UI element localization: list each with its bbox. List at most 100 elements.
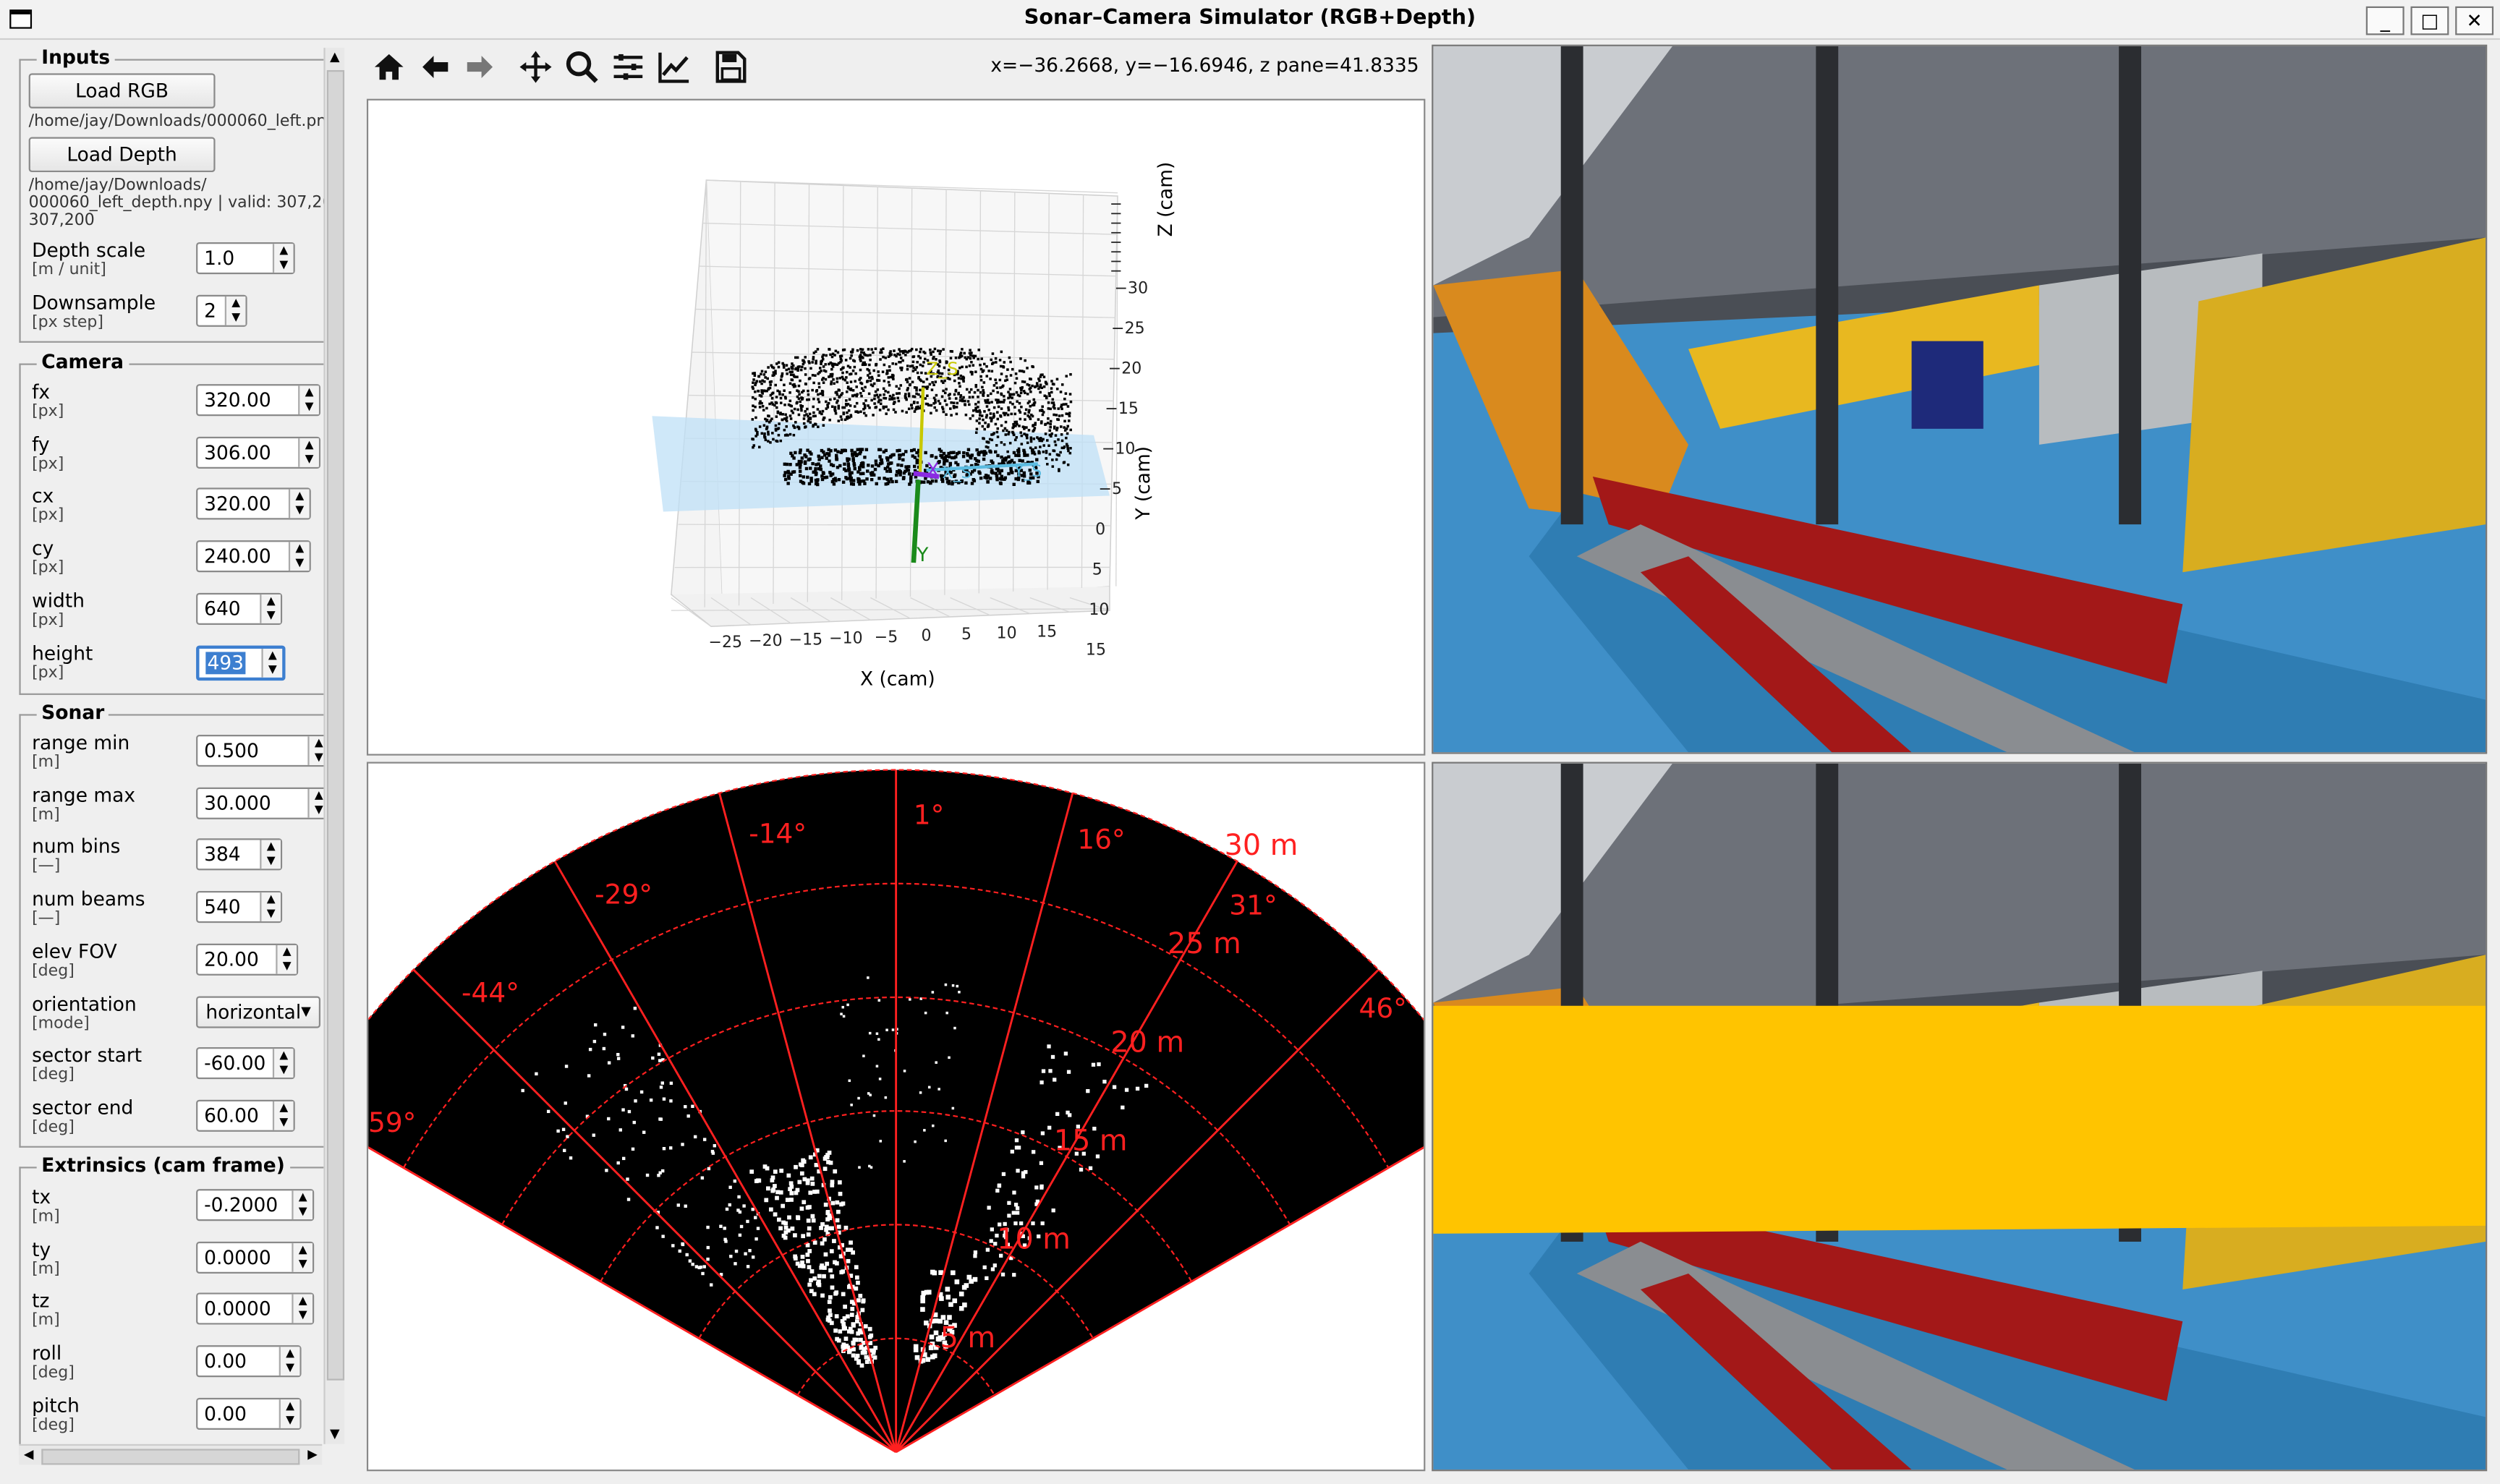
- cloud-point: [849, 380, 853, 383]
- spin-arrows-icon[interactable]: ▲ ▼: [298, 438, 319, 467]
- cloud-point: [990, 358, 992, 362]
- close-button[interactable]: ✕: [2455, 6, 2494, 35]
- camera-field-spinbox[interactable]: 240.00 ▲ ▼: [196, 540, 311, 573]
- point-cloud-canvas[interactable]: Y X Z_S Y_S X_S −25 −20 −15 −10 −5 0 5 10 15 −30…: [368, 101, 1424, 754]
- camera-field-spinbox[interactable]: 640 ▲ ▼: [196, 592, 283, 625]
- extrinsics-field-spinbox[interactable]: 0.0000 ▲ ▼: [196, 1241, 315, 1274]
- point-cloud-3d-plot[interactable]: Y X Z_S Y_S X_S −25 −20 −15 −10 −5 0 5 10 15 −30…: [366, 98, 1426, 756]
- save-icon[interactable]: [711, 48, 749, 86]
- sonar-return: [834, 1314, 839, 1318]
- downsample-spinbox[interactable]: 2 ▲ ▼: [196, 294, 247, 327]
- sonar-return: [633, 1007, 637, 1010]
- camera-field-spinbox[interactable]: 320.00 ▲ ▼: [196, 488, 311, 521]
- load-rgb-button[interactable]: Load RGB: [28, 73, 216, 108]
- controls-vertical-scrollbar[interactable]: ▲ ▼: [323, 48, 345, 1444]
- hscroll-thumb[interactable]: [41, 1449, 300, 1465]
- cloud-point: [799, 400, 802, 404]
- spin-arrows-icon[interactable]: ▲ ▼: [292, 1242, 312, 1272]
- spin-arrows-icon[interactable]: ▲ ▼: [292, 1190, 312, 1220]
- cloud-point: [758, 425, 762, 428]
- cloud-point: [991, 461, 995, 465]
- cloud-point: [833, 397, 836, 401]
- sonar-return: [749, 1169, 754, 1174]
- minimize-button[interactable]: _: [2365, 6, 2405, 35]
- cloud-point: [841, 371, 844, 375]
- spin-arrows-icon[interactable]: ▲ ▼: [298, 385, 319, 415]
- sonar-field-spinbox[interactable]: 20.00 ▲ ▼: [196, 943, 299, 976]
- sonar-canvas[interactable]: -59°-44°-29°-14°1°16°31°46°5 m10 m15 m20…: [368, 764, 1424, 1470]
- camera-field-spinbox[interactable]: 320.00 ▲ ▼: [196, 384, 321, 417]
- cloud-point: [1039, 375, 1042, 378]
- scroll-down-icon[interactable]: ▼: [326, 1425, 344, 1444]
- camera-field-spinbox[interactable]: 306.00 ▲ ▼: [196, 436, 321, 469]
- sonar-field-spinbox[interactable]: 30.000 ▲ ▼: [196, 787, 331, 819]
- sonar-field-spinbox[interactable]: 60.00 ▲ ▼: [196, 1099, 295, 1132]
- cloud-point: [980, 414, 984, 417]
- controls-horizontal-scrollbar[interactable]: ◀ ▶: [19, 1444, 323, 1465]
- cloud-point: [907, 392, 911, 396]
- extrinsics-field-spinbox[interactable]: -0.2000 ▲ ▼: [196, 1189, 315, 1221]
- pan-icon[interactable]: [516, 48, 555, 86]
- spin-arrows-icon[interactable]: ▲ ▼: [260, 892, 281, 922]
- cloud-point: [818, 367, 822, 370]
- cloud-point: [940, 380, 943, 383]
- spin-arrows-icon[interactable]: ▲ ▼: [276, 944, 297, 974]
- back-icon[interactable]: [416, 48, 454, 86]
- extrinsics-field-spinbox[interactable]: 0.00 ▲ ▼: [196, 1397, 302, 1430]
- configure-subplots-icon[interactable]: [609, 48, 647, 86]
- cloud-point: [846, 403, 850, 406]
- edit-axis-icon[interactable]: [655, 48, 694, 86]
- cloud-point: [912, 355, 916, 358]
- extrinsics-field-label: roll: [32, 1342, 62, 1365]
- spin-arrows-icon[interactable]: ▲ ▼: [261, 647, 283, 677]
- spin-arrows-icon[interactable]: ▲ ▼: [272, 1101, 294, 1130]
- extrinsics-field-spinbox[interactable]: 0.00 ▲ ▼: [196, 1345, 302, 1378]
- extrinsics-field-spinbox[interactable]: 0.0000 ▲ ▼: [196, 1293, 315, 1326]
- spin-arrows-icon[interactable]: ▲ ▼: [292, 1295, 312, 1324]
- spin-arrows-icon[interactable]: ▲ ▼: [279, 1347, 300, 1376]
- depth-path-line3: 307,200: [28, 212, 95, 230]
- home-icon[interactable]: [370, 48, 408, 86]
- cloud-point: [963, 351, 966, 355]
- sonar-orientation-combobox[interactable]: horizontal ▼: [196, 995, 321, 1028]
- spin-arrows-icon[interactable]: ▲ ▼: [260, 840, 281, 870]
- scroll-right-icon[interactable]: ▶: [303, 1446, 322, 1464]
- spinbox-value: 384: [204, 843, 241, 866]
- cloud-point: [907, 394, 911, 398]
- sonar-field-spinbox[interactable]: -60.00 ▲ ▼: [196, 1047, 295, 1080]
- cloud-point: [935, 409, 938, 412]
- spin-arrows-icon[interactable]: ▲ ▼: [288, 542, 310, 571]
- cloud-point: [905, 398, 908, 401]
- depth-scale-spinbox[interactable]: 1.0 ▲ ▼: [196, 242, 295, 275]
- spin-arrows-icon[interactable]: ▲ ▼: [288, 490, 310, 519]
- cloud-point: [1027, 481, 1032, 485]
- maximize-button[interactable]: □: [2410, 6, 2449, 35]
- sonar-field-label: num beams: [32, 887, 145, 911]
- camera-field-spinbox[interactable]: 493 ▲ ▼: [196, 644, 286, 681]
- zoom-icon[interactable]: [563, 48, 601, 86]
- cloud-point: [906, 469, 911, 472]
- sonar-image-plot[interactable]: -59°-44°-29°-14°1°16°31°46°5 m10 m15 m20…: [366, 762, 1426, 1472]
- sonar-field-spinbox[interactable]: 384 ▲ ▼: [196, 839, 283, 871]
- sonar-return: [744, 1252, 747, 1255]
- scroll-thumb[interactable]: [326, 69, 345, 1381]
- spin-arrows-icon[interactable]: ▲ ▼: [272, 1049, 294, 1078]
- sonar-return: [827, 1300, 832, 1305]
- load-depth-button[interactable]: Load Depth: [28, 137, 216, 173]
- scroll-left-icon[interactable]: ◀: [19, 1446, 38, 1464]
- sonar-field-spinbox[interactable]: 0.500 ▲ ▼: [196, 735, 331, 767]
- sonar-return: [723, 1227, 726, 1230]
- spin-arrows-icon[interactable]: ▲ ▼: [279, 1399, 300, 1428]
- cloud-point: [785, 368, 788, 372]
- spin-arrows-icon[interactable]: ▲ ▼: [272, 244, 294, 273]
- spin-arrows-icon[interactable]: ▲ ▼: [224, 296, 246, 325]
- spin-arrows-icon[interactable]: ▲ ▼: [260, 594, 281, 623]
- cloud-point: [1000, 474, 1003, 478]
- sonar-return: [843, 1225, 849, 1230]
- sonar-field-spinbox[interactable]: 540 ▲ ▼: [196, 891, 283, 924]
- sonar-return: [773, 1184, 777, 1188]
- dropdown-arrow-icon[interactable]: ▼: [301, 997, 311, 1026]
- forward-icon[interactable]: [461, 48, 499, 86]
- scroll-up-icon[interactable]: ▲: [326, 48, 344, 67]
- cloud-point: [982, 457, 986, 461]
